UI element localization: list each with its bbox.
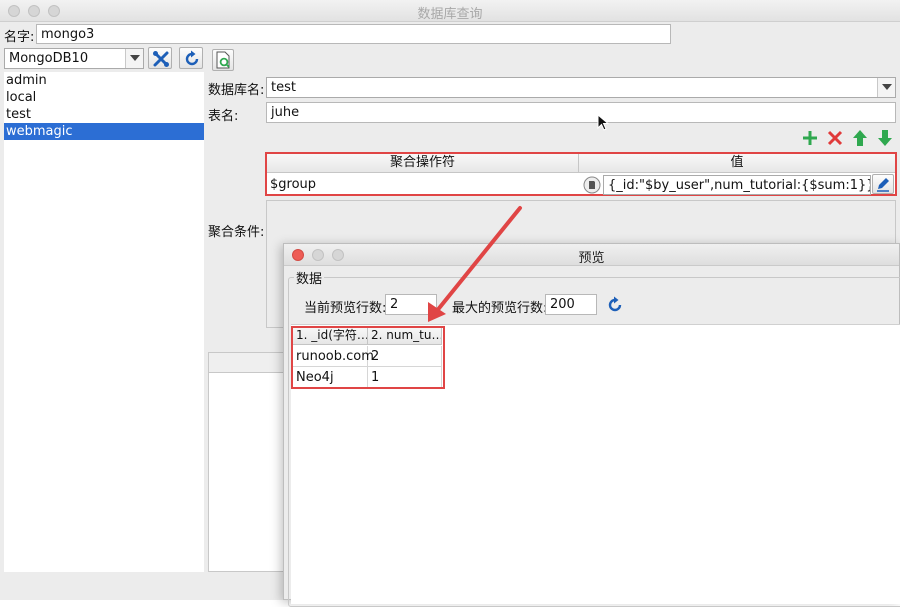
annotation-arrow [428, 206, 522, 322]
main-window: 数据库查询 名字: mongo3 MongoDB10 admin local t… [0, 0, 900, 607]
